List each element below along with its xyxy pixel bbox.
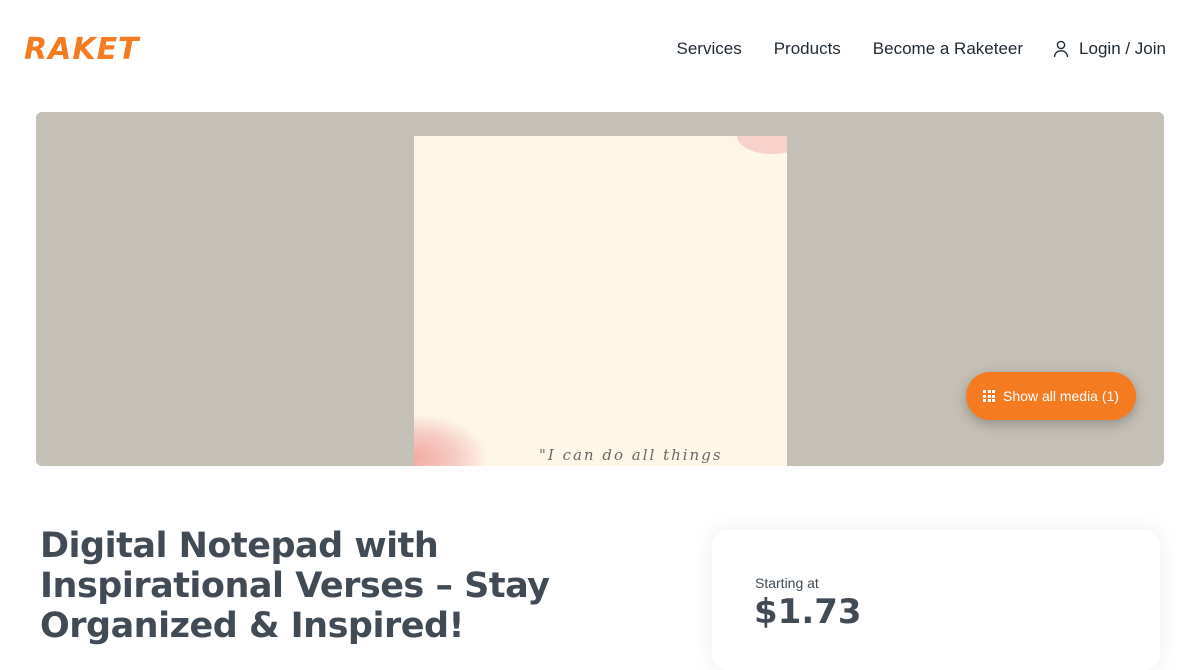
product-title: Digital Notepad with Inspirational Verse… [40, 526, 550, 646]
user-icon [1053, 40, 1069, 58]
nav-products[interactable]: Products [774, 36, 841, 62]
login-join-label: Login / Join [1079, 39, 1166, 58]
pricing-card: Starting at $1.73 [712, 530, 1160, 670]
verse-text: "I can do all things through [539, 446, 723, 466]
nav-services[interactable]: Services [677, 36, 742, 62]
starting-at-label: Starting at [755, 575, 819, 591]
raket-logo[interactable]: RAKET [24, 30, 140, 70]
watercolor-decoration [414, 416, 484, 466]
show-all-media-button[interactable]: Show all media (1) [966, 372, 1136, 420]
main-nav: Services Products Become a Raketeer Logi… [645, 36, 1166, 62]
notepad-preview-image[interactable]: "I can do all things through [414, 136, 787, 466]
site-header: RAKET Services Products Become a Raketee… [0, 0, 1200, 100]
price-value: $1.73 [754, 592, 862, 632]
nav-become-raketeer[interactable]: Become a Raketeer [873, 36, 1023, 62]
watercolor-decoration [737, 136, 787, 154]
login-join-link[interactable]: Login / Join [1053, 36, 1166, 62]
show-all-media-label: Show all media (1) [1003, 388, 1119, 404]
grid-icon [983, 390, 996, 402]
